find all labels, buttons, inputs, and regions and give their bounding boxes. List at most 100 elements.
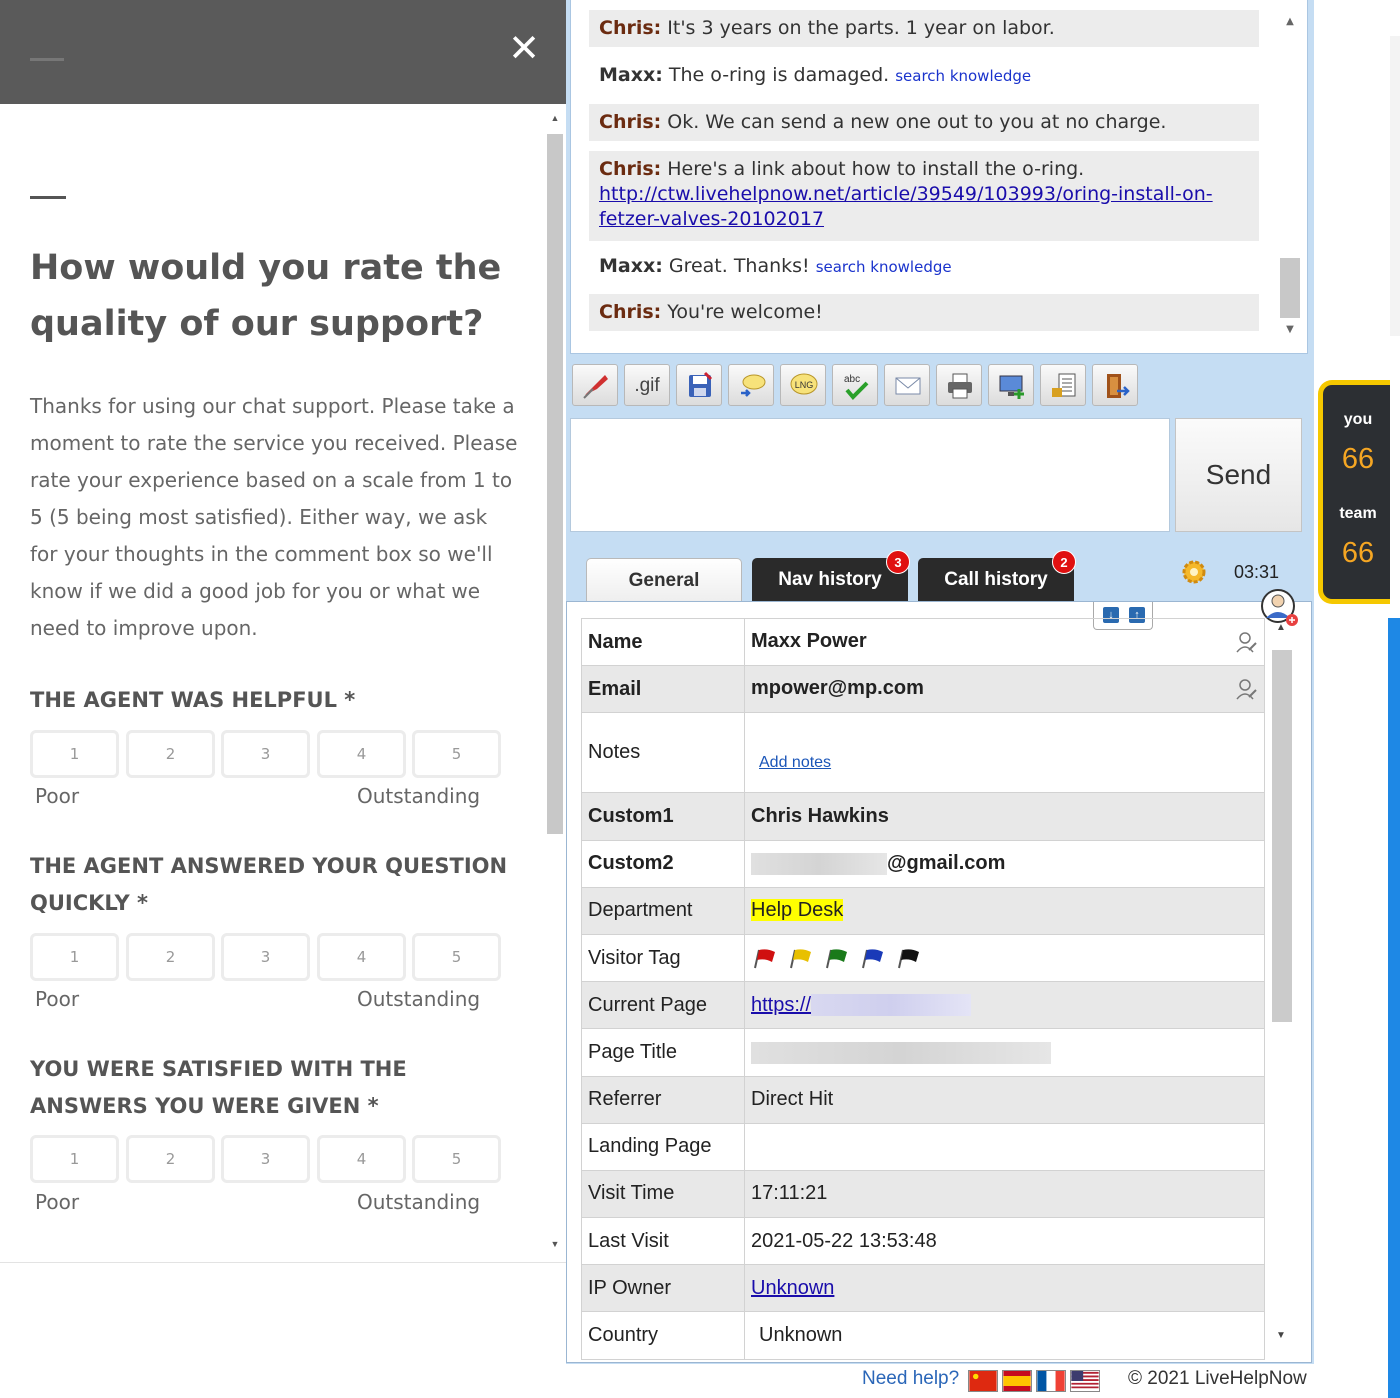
chat-message: Chris: It's 3 years on the parts. 1 year …	[589, 10, 1259, 47]
send-button[interactable]: Send	[1175, 418, 1302, 532]
scroll-thumb[interactable]	[1280, 258, 1300, 318]
row-value: Chris Hawkins	[744, 792, 1265, 841]
need-help-link[interactable]: Need help?	[862, 1368, 959, 1390]
chat-message: Maxx: The o-ring is damaged. search knowle…	[589, 57, 1259, 95]
rating-option[interactable]: 2	[126, 1135, 215, 1183]
gear-icon[interactable]	[1180, 558, 1208, 586]
info-row-visitor-tag: Visitor Tag	[581, 933, 1265, 983]
rating-option[interactable]: 1	[30, 730, 119, 778]
row-value: https://	[744, 981, 1265, 1030]
message-text: You're welcome!	[667, 301, 823, 323]
gif-icon[interactable]: .gif	[624, 364, 670, 406]
end-chat-icon[interactable]	[1092, 364, 1138, 406]
rating-option[interactable]: 1	[30, 933, 119, 981]
row-label: Custom2	[581, 839, 745, 888]
search-knowledge-link[interactable]: search knowledge	[895, 67, 1031, 85]
green-flag-icon[interactable]	[823, 946, 851, 970]
row-label: Current Page	[581, 981, 745, 1030]
edit-user-icon[interactable]	[1234, 630, 1258, 654]
rating-option[interactable]: 5	[412, 933, 501, 981]
chat-timer: 03:31	[1234, 562, 1280, 582]
message-text: It's 3 years on the parts. 1 year on lab…	[667, 17, 1055, 39]
info-row-custom1: Custom1 Chris Hawkins	[581, 792, 1265, 841]
us-flag-icon[interactable]	[1070, 1370, 1100, 1392]
rating-option[interactable]: 3	[221, 933, 310, 981]
message-input[interactable]	[570, 418, 1170, 532]
info-row-email: Email mpower@mp.com	[581, 665, 1265, 714]
rating-option[interactable]: 4	[317, 1135, 406, 1183]
rating-option[interactable]: 5	[412, 730, 501, 778]
canned-reply-icon[interactable]	[728, 364, 774, 406]
team-label: team	[1339, 505, 1377, 522]
divider	[0, 1262, 566, 1263]
row-value: @gmail.com	[744, 839, 1265, 888]
visitor-info-table: Name Maxx Power Email mpower@mp.com Note…	[581, 617, 1265, 1360]
rating-option[interactable]: 3	[221, 730, 310, 778]
scroll-thumb[interactable]	[1272, 650, 1292, 1022]
chat-message: Chris: Ok. We can send a new one out to y…	[589, 104, 1259, 141]
row-value: 2021-05-22 13:53:48	[744, 1217, 1265, 1266]
save-icon[interactable]	[676, 364, 722, 406]
rating-option[interactable]: 4	[317, 730, 406, 778]
email-icon[interactable]	[884, 364, 930, 406]
screen-share-icon[interactable]	[988, 364, 1034, 406]
rating-option[interactable]: 2	[126, 730, 215, 778]
french-flag-icon[interactable]	[1036, 1370, 1066, 1392]
team-score: 66	[1341, 537, 1375, 569]
scroll-down-icon[interactable]: ▼	[1284, 324, 1296, 335]
spellcheck-icon[interactable]: abc	[832, 364, 878, 406]
edit-user-icon[interactable]	[1234, 677, 1258, 701]
tab-general[interactable]: General	[586, 558, 742, 602]
question-label: THE AGENT ANSWERED YOUR QUESTION QUICKLY…	[30, 854, 508, 915]
rating-option[interactable]: 2	[126, 933, 215, 981]
blue-flag-icon[interactable]	[859, 946, 887, 970]
current-page-link[interactable]: https://	[751, 994, 811, 1016]
info-row-custom2: Custom2 @gmail.com	[581, 839, 1265, 888]
row-label: Name	[581, 617, 745, 667]
you-label: you	[1343, 411, 1373, 428]
language-icon[interactable]: LNG	[780, 364, 826, 406]
survey-content: How would you rate the quality of our su…	[0, 104, 566, 1262]
article-link[interactable]: http://ctw.livehelpnow.net/article/39549…	[599, 183, 1213, 230]
tab-label: Call history	[944, 569, 1048, 590]
scroll-up-icon[interactable]: ▲	[548, 112, 562, 124]
scroll-down-icon[interactable]: ▼	[548, 1238, 562, 1250]
close-icon[interactable]: ✕	[506, 28, 542, 68]
yellow-flag-icon[interactable]	[787, 946, 815, 970]
info-scrollbar[interactable]: ▲ ▼	[1269, 618, 1293, 1354]
rating-option[interactable]: 1	[30, 1135, 119, 1183]
row-label: Page Title	[581, 1028, 745, 1077]
ip-owner-link[interactable]: Unknown	[751, 1277, 834, 1299]
scroll-up-icon[interactable]: ▲	[1284, 16, 1296, 27]
gif-label: .gif	[634, 375, 660, 396]
red-flag-icon[interactable]	[751, 946, 779, 970]
row-value: Help Desk	[744, 886, 1265, 935]
score-widget: you 66 team 66	[1318, 380, 1390, 604]
survey-scrollbar[interactable]: ▲ ▼	[544, 112, 566, 1257]
scroll-down-icon[interactable]: ▼	[1275, 1330, 1287, 1341]
tab-call-history[interactable]: Call history 2	[918, 550, 1076, 602]
add-notes-link[interactable]: Add notes	[759, 754, 831, 772]
scroll-up-icon[interactable]: ▲	[1275, 622, 1287, 633]
scroll-thumb[interactable]	[547, 134, 563, 834]
info-row-landing-page: Landing Page	[581, 1122, 1265, 1171]
spanish-flag-icon[interactable]	[1002, 1370, 1032, 1392]
pin-icon[interactable]	[572, 364, 618, 406]
transcript-scrollbar[interactable]: ▲ ▼	[1277, 10, 1303, 346]
chinese-flag-icon[interactable]	[968, 1370, 998, 1392]
black-flag-icon[interactable]	[895, 946, 923, 970]
rating-low-label: Poor	[35, 987, 80, 1011]
rating-low-label: Poor	[35, 784, 80, 808]
print-icon[interactable]	[936, 364, 982, 406]
rating-option[interactable]: 4	[317, 933, 406, 981]
lock-icon[interactable]	[1040, 364, 1086, 406]
tab-nav-history[interactable]: Nav history 3	[752, 550, 910, 602]
search-knowledge-link[interactable]: search knowledge	[816, 258, 952, 276]
rating-option[interactable]: 5	[412, 1135, 501, 1183]
row-value: 17:11:21	[744, 1169, 1265, 1219]
question-label: THE AGENT WAS HELPFUL *	[30, 688, 356, 712]
row-value	[744, 1028, 1265, 1077]
row-value: mpower@mp.com	[744, 665, 1265, 714]
rating-option[interactable]: 3	[221, 1135, 310, 1183]
info-row-notes: Notes Add notes	[581, 712, 1265, 794]
